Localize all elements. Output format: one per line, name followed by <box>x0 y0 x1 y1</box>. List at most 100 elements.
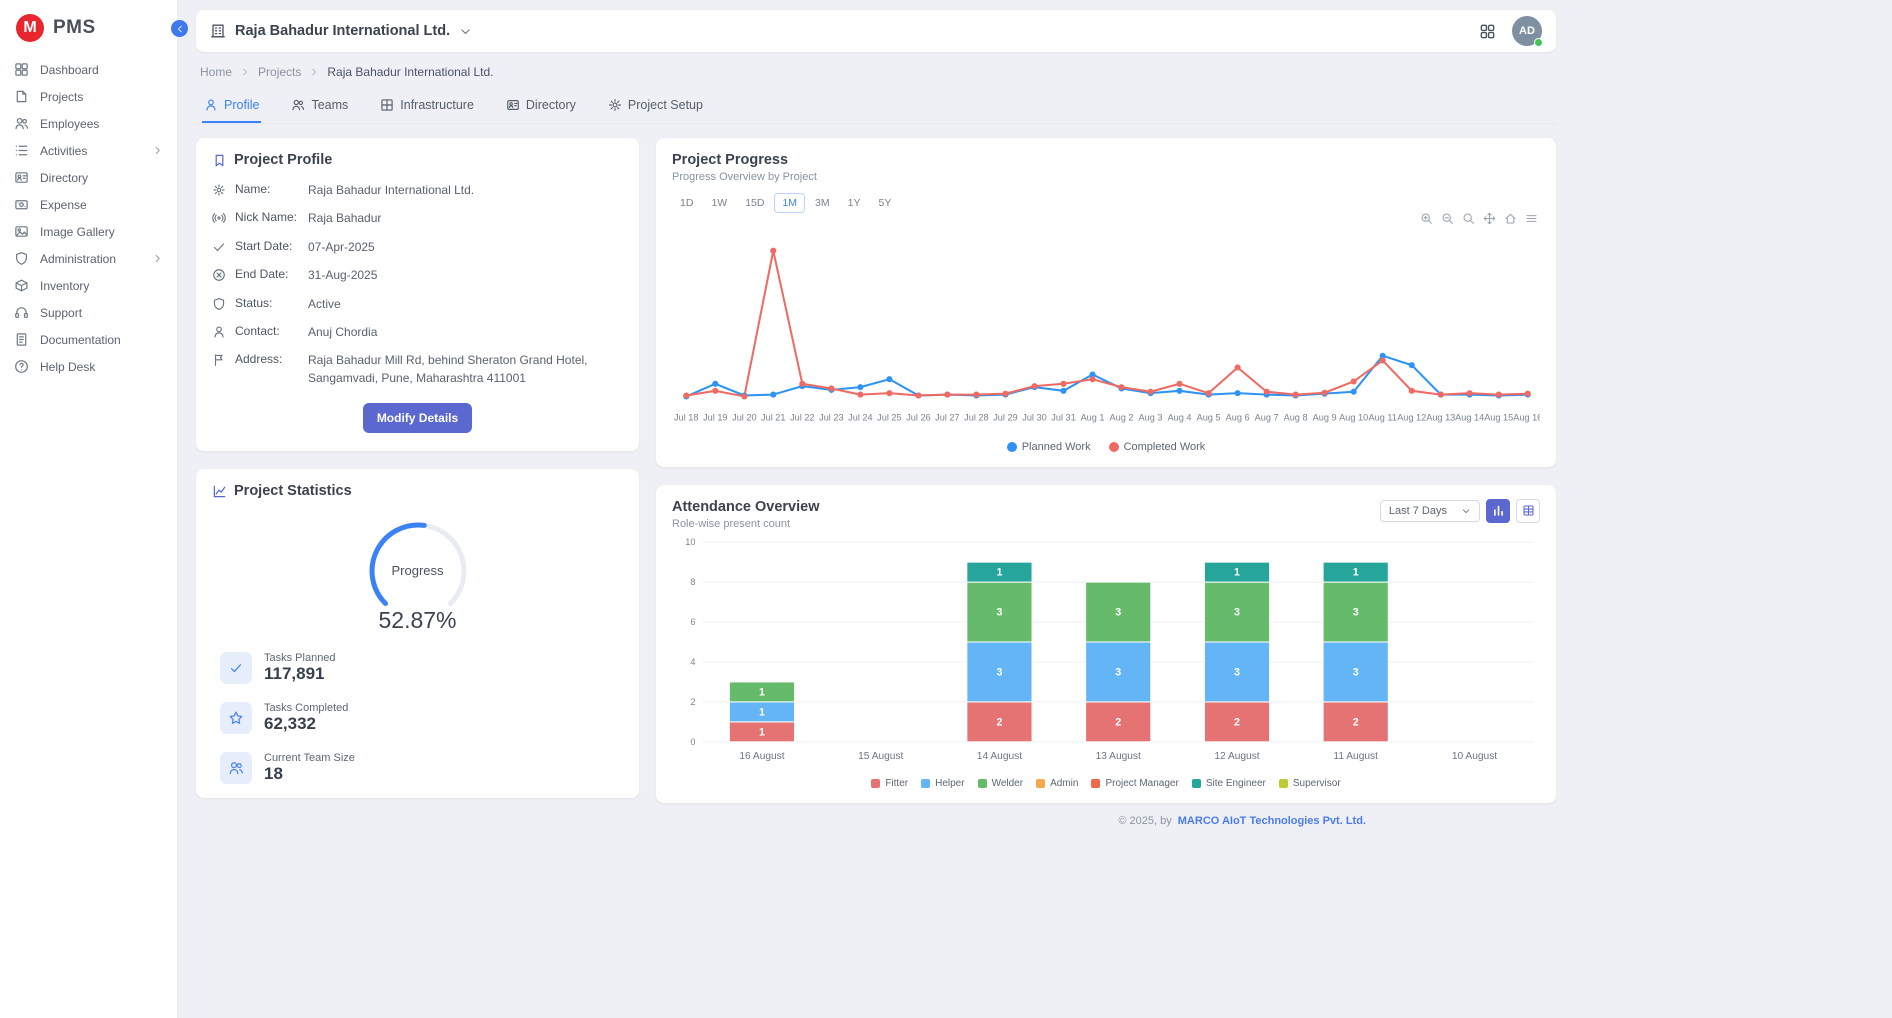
legend-item[interactable]: Completed Work <box>1109 441 1206 453</box>
field-label: End Date: <box>235 267 299 281</box>
svg-text:2: 2 <box>1234 716 1240 728</box>
tab-teams[interactable]: Teams <box>289 92 350 123</box>
svg-text:Aug 11: Aug 11 <box>1369 413 1397 423</box>
sidebar-item-directory[interactable]: Directory <box>0 164 177 191</box>
legend-item[interactable]: Fitter <box>871 778 908 789</box>
sidebar-item-label: Support <box>40 306 82 320</box>
star-icon <box>220 702 252 734</box>
sidebar-item-image-gallery[interactable]: Image Gallery <box>0 218 177 245</box>
svg-text:13 August: 13 August <box>1096 751 1141 762</box>
field-label: Contact: <box>235 324 299 338</box>
sidebar-item-label: Administration <box>40 252 116 266</box>
svg-text:Aug 1: Aug 1 <box>1081 413 1105 423</box>
modify-details-button[interactable]: Modify Details <box>363 403 472 433</box>
sidebar-item-activities[interactable]: Activities <box>0 137 177 164</box>
sidebar-item-projects[interactable]: Projects <box>0 83 177 110</box>
progress-line-chart[interactable]: Jul 18Jul 19Jul 20Jul 21Jul 22Jul 23Jul … <box>672 227 1540 441</box>
range-button-1y[interactable]: 1Y <box>840 193 869 213</box>
sidebar-item-administration[interactable]: Administration <box>0 245 177 272</box>
breadcrumb-item[interactable]: Home <box>200 65 232 79</box>
sidebar-item-support[interactable]: Support <box>0 299 177 326</box>
sidebar-item-employees[interactable]: Employees <box>0 110 177 137</box>
company-name: Raja Bahadur International Ltd. <box>235 23 450 39</box>
directory-icon <box>14 170 29 185</box>
tab-directory[interactable]: Directory <box>504 92 578 123</box>
user-avatar[interactable]: AD <box>1512 16 1542 46</box>
sidebar-item-documentation[interactable]: Documentation <box>0 326 177 353</box>
range-button-5y[interactable]: 5Y <box>870 193 899 213</box>
svg-text:3: 3 <box>996 607 1002 619</box>
zoom-in-icon[interactable] <box>1420 212 1433 225</box>
legend-marker <box>1109 442 1119 452</box>
sidebar-collapse-button[interactable] <box>171 20 188 37</box>
pan-icon[interactable] <box>1483 212 1496 225</box>
sidebar-item-expense[interactable]: Expense <box>0 191 177 218</box>
stat-label: Tasks Planned <box>264 652 336 664</box>
sidebar-item-help-desk[interactable]: Help Desk <box>0 353 177 380</box>
field-value: Active <box>308 296 623 313</box>
svg-text:Jul 27: Jul 27 <box>935 413 959 423</box>
menu-icon[interactable] <box>1525 212 1538 225</box>
zoom-out-icon[interactable] <box>1441 212 1454 225</box>
bookmark-icon <box>212 153 227 168</box>
attendance-bar-chart[interactable]: 024681011116 August15 August233114 Augus… <box>672 534 1540 779</box>
sidebar-item-label: Documentation <box>40 333 121 347</box>
tab-label: Profile <box>224 98 259 112</box>
tab-infrastructure[interactable]: Infrastructure <box>378 92 476 123</box>
tab-project-setup[interactable]: Project Setup <box>606 92 705 123</box>
svg-text:11 August: 11 August <box>1333 751 1378 762</box>
table-view-button[interactable] <box>1516 499 1540 523</box>
tab-profile[interactable]: Profile <box>202 92 261 123</box>
legend-label: Project Manager <box>1105 778 1178 789</box>
date-range-select[interactable]: Last 7 Days <box>1380 500 1480 522</box>
legend-item[interactable]: Helper <box>921 778 964 789</box>
shield-icon <box>212 296 226 311</box>
sidebar-item-dashboard[interactable]: Dashboard <box>0 56 177 83</box>
legend-item[interactable]: Admin <box>1036 778 1078 789</box>
svg-text:12 August: 12 August <box>1214 751 1259 762</box>
svg-text:4: 4 <box>690 657 695 667</box>
company-selector[interactable]: Raja Bahadur International Ltd. <box>210 23 472 39</box>
bar-chart-view-button[interactable] <box>1486 499 1510 523</box>
range-button-1w[interactable]: 1W <box>703 193 735 213</box>
range-button-1m[interactable]: 1M <box>774 193 805 213</box>
svg-text:15 August: 15 August <box>858 751 903 762</box>
sidebar-nav: DashboardProjectsEmployeesActivitiesDire… <box>0 56 177 380</box>
legend-item[interactable]: Planned Work <box>1007 441 1091 453</box>
attendance-overview-card: Attendance Overview Role-wise present co… <box>656 485 1556 804</box>
home-icon[interactable] <box>1504 212 1517 225</box>
projects-icon <box>14 89 29 104</box>
svg-text:8: 8 <box>690 577 695 587</box>
legend-item[interactable]: Supervisor <box>1279 778 1341 789</box>
footer-text: © 2025, by <box>1118 815 1171 827</box>
legend-item[interactable]: Project Manager <box>1091 778 1178 789</box>
range-button-3m[interactable]: 3M <box>807 193 838 213</box>
card-title: Project Progress <box>672 152 1540 168</box>
legend-item[interactable]: Site Engineer <box>1192 778 1266 789</box>
svg-text:Jul 23: Jul 23 <box>819 413 843 423</box>
footer-company-link[interactable]: MARCO AIoT Technologies Pvt. Ltd. <box>1178 815 1366 827</box>
legend-item[interactable]: Welder <box>978 778 1024 789</box>
main-content: Raja Bahadur International Ltd. AD Home P… <box>178 0 1892 827</box>
range-button-15d[interactable]: 15D <box>737 193 772 213</box>
sidebar-item-inventory[interactable]: Inventory <box>0 272 177 299</box>
legend-label: Fitter <box>885 778 908 789</box>
chevron-down-icon <box>1461 506 1471 516</box>
sidebar-item-label: Image Gallery <box>40 225 115 239</box>
card-title: Project Statistics <box>234 483 352 499</box>
selection-zoom-icon[interactable] <box>1462 212 1475 225</box>
svg-text:1: 1 <box>759 726 765 738</box>
sidebar: M PMS DashboardProjectsEmployeesActiviti… <box>0 0 178 1018</box>
image-gallery-icon <box>14 224 29 239</box>
svg-text:Jul 24: Jul 24 <box>848 413 872 423</box>
breadcrumb-item[interactable]: Projects <box>258 65 301 79</box>
breadcrumb: HomeProjectsRaja Bahadur International L… <box>200 65 1552 79</box>
apps-grid-icon[interactable] <box>1479 23 1496 40</box>
tab-label: Infrastructure <box>400 98 474 112</box>
legend-marker <box>1279 779 1288 788</box>
range-button-1d[interactable]: 1D <box>672 193 701 213</box>
chevron-right-icon <box>240 67 250 77</box>
svg-text:2: 2 <box>996 716 1002 728</box>
app-logo[interactable]: M PMS <box>0 0 177 56</box>
team-icon <box>220 752 252 784</box>
